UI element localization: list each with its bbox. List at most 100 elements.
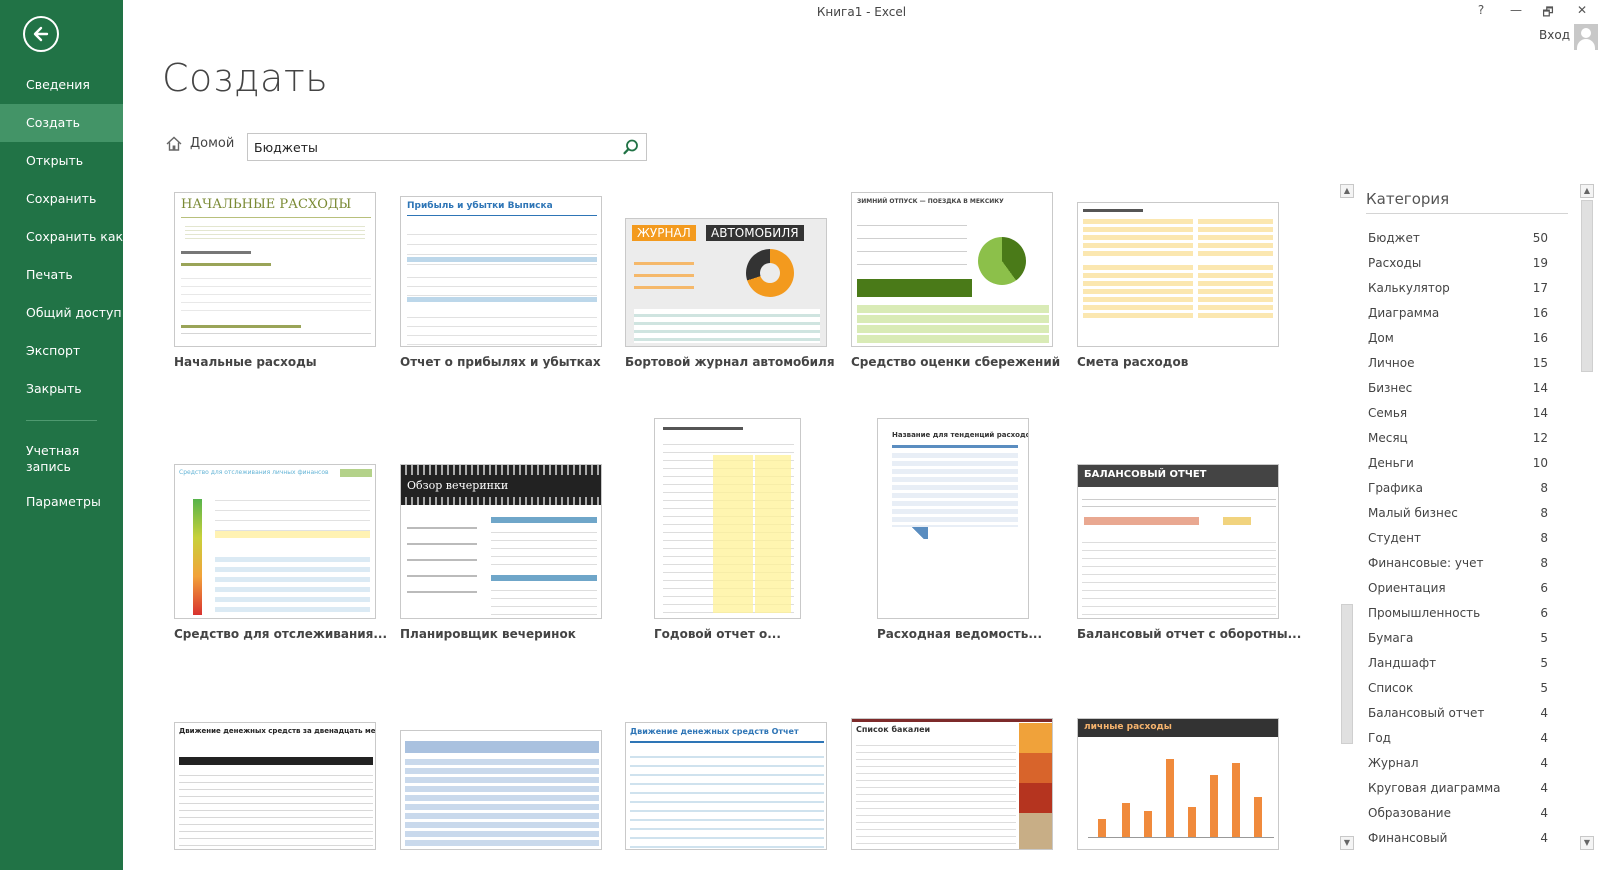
category-item[interactable]: Калькулятор 17 — [1368, 276, 1548, 301]
category-item[interactable]: Студент 8 — [1368, 526, 1548, 551]
category-count: 19 — [1532, 256, 1548, 270]
category-scrollbar[interactable]: ▲ ▼ — [1580, 184, 1594, 850]
nav-options[interactable]: Параметры — [0, 483, 123, 521]
nav-divider — [26, 420, 97, 421]
category-item[interactable]: Промышленность 6 — [1368, 601, 1548, 626]
category-item[interactable]: Бизнес 14 — [1368, 376, 1548, 401]
category-item[interactable]: Семья 14 — [1368, 401, 1548, 426]
category-item[interactable]: Бумага 5 — [1368, 626, 1548, 651]
category-name: Малый бизнес — [1368, 506, 1458, 520]
category-name: Расходы — [1368, 256, 1422, 270]
category-item[interactable]: Балансовый отчет 4 — [1368, 701, 1548, 726]
category-item[interactable]: Месяц 12 — [1368, 426, 1548, 451]
category-name: Промышленность — [1368, 606, 1481, 620]
category-name: Год — [1368, 731, 1391, 745]
category-item[interactable]: Расходы 19 — [1368, 251, 1548, 276]
category-name: Дом — [1368, 331, 1394, 345]
nav-export[interactable]: Экспорт — [0, 332, 123, 370]
category-name: Финансовые: учет — [1368, 556, 1484, 570]
category-item[interactable]: Ориентация 6 — [1368, 576, 1548, 601]
nav-save-as[interactable]: Сохранить как — [0, 218, 123, 256]
nav-close[interactable]: Закрыть — [0, 370, 123, 408]
category-count: 14 — [1532, 381, 1548, 395]
category-count: 8 — [1540, 506, 1548, 520]
back-button[interactable] — [23, 16, 59, 52]
home-link[interactable]: Домой — [166, 136, 234, 151]
template-thumbnail: ЖУРНАЛ АВТОМОБИЛЯ — [625, 218, 827, 347]
category-item[interactable]: Диаграмма 16 — [1368, 301, 1548, 326]
title-bar: Книга1 - Excel ? — 🗗 ✕ — [123, 0, 1600, 26]
thumb-title: Обзор вечеринки — [407, 479, 509, 492]
category-divider — [1366, 213, 1568, 214]
category-name: Журнал — [1368, 756, 1419, 770]
category-count: 16 — [1532, 306, 1548, 320]
close-button[interactable]: ✕ — [1568, 3, 1596, 23]
nav-info[interactable]: Сведения — [0, 66, 123, 104]
category-name: Образование — [1368, 806, 1451, 820]
scroll-up-arrow-icon[interactable]: ▲ — [1580, 184, 1594, 198]
category-item[interactable]: Личное 15 — [1368, 351, 1548, 376]
template-thumbnail: Движение денежных средств Отчет — [625, 722, 827, 850]
category-name: Балансовый отчет — [1368, 706, 1485, 720]
category-name: Бумага — [1368, 631, 1414, 645]
category-item[interactable]: Финансовый 4 — [1368, 826, 1548, 851]
back-arrow-icon — [33, 26, 49, 42]
category-name: Диаграмма — [1368, 306, 1440, 320]
category-item[interactable]: Круговая диаграмма 4 — [1368, 776, 1548, 801]
category-name: Бюджет — [1368, 231, 1420, 245]
nav-open[interactable]: Открыть — [0, 142, 123, 180]
category-item[interactable]: Финансовые: учет 8 — [1368, 551, 1548, 576]
category-item[interactable]: Образование 4 — [1368, 801, 1548, 826]
category-count: 50 — [1532, 231, 1548, 245]
user-avatar-icon[interactable] — [1574, 24, 1598, 50]
category-count: 5 — [1540, 656, 1548, 670]
thumb-title: Список бакалеи — [856, 725, 931, 734]
scroll-down-arrow-icon[interactable]: ▼ — [1580, 836, 1594, 850]
category-count: 4 — [1540, 706, 1548, 720]
thumb-title: Движение денежных средств за двенадцать … — [179, 727, 376, 735]
template-label: Годовой отчет о... — [654, 627, 781, 641]
thumb-title: Название для тенденций расходов — [892, 431, 1029, 439]
category-name: Ландшафт — [1368, 656, 1437, 670]
nav-account[interactable]: Учетная запись — [0, 435, 110, 483]
restore-button[interactable]: 🗗 — [1534, 3, 1562, 23]
category-item[interactable]: Ландшафт 5 — [1368, 651, 1548, 676]
signin-link[interactable]: Вход — [1539, 28, 1570, 42]
category-item[interactable]: Год 4 — [1368, 726, 1548, 751]
category-count: 4 — [1540, 806, 1548, 820]
search-button[interactable] — [622, 138, 642, 156]
search-input[interactable] — [254, 138, 604, 156]
template-thumbnail — [654, 418, 801, 619]
search-box — [247, 133, 647, 161]
nav-share[interactable]: Общий доступ — [0, 294, 123, 332]
category-item[interactable]: Графика 8 — [1368, 476, 1548, 501]
category-item[interactable]: Деньги 10 — [1368, 451, 1548, 476]
nav-print[interactable]: Печать — [0, 256, 123, 294]
template-thumbnail: Список бакалеи — [851, 718, 1053, 850]
category-item[interactable]: Дом 16 — [1368, 326, 1548, 351]
nav-save[interactable]: Сохранить — [0, 180, 123, 218]
backstage-sidebar: Сведения Создать Открыть Сохранить Сохра… — [0, 0, 123, 870]
template-thumbnail: Движение денежных средств за двенадцать … — [174, 722, 376, 850]
category-count: 8 — [1540, 531, 1548, 545]
category-name: Круговая диаграмма — [1368, 781, 1501, 795]
minimize-button[interactable]: — — [1502, 3, 1530, 23]
category-item[interactable]: Малый бизнес 8 — [1368, 501, 1548, 526]
thumb-title-part: АВТОМОБИЛЯ — [706, 225, 804, 241]
category-panel: Категория Бюджет 50 Расходы 19 Калькулятор 17… — [1340, 184, 1588, 850]
category-item[interactable]: Бюджет 50 — [1368, 226, 1548, 251]
scroll-thumb[interactable] — [1581, 200, 1593, 372]
category-count: 4 — [1540, 756, 1548, 770]
nav-new[interactable]: Создать — [0, 104, 123, 142]
help-button[interactable]: ? — [1467, 3, 1495, 23]
category-count: 16 — [1532, 331, 1548, 345]
thumb-title: БАЛАНСОВЫЙ ОТЧЕТ — [1084, 469, 1207, 480]
category-count: 8 — [1540, 481, 1548, 495]
template-thumbnail: Название для тенденций расходов — [877, 418, 1029, 619]
backstage-nav: Сведения Создать Открыть Сохранить Сохра… — [0, 66, 123, 521]
category-name: Студент — [1368, 531, 1421, 545]
category-item[interactable]: Журнал 4 — [1368, 751, 1548, 776]
category-name: Ориентация — [1368, 581, 1446, 595]
template-label: Отчет о прибылях и убытках — [400, 355, 601, 369]
category-item[interactable]: Список 5 — [1368, 676, 1548, 701]
